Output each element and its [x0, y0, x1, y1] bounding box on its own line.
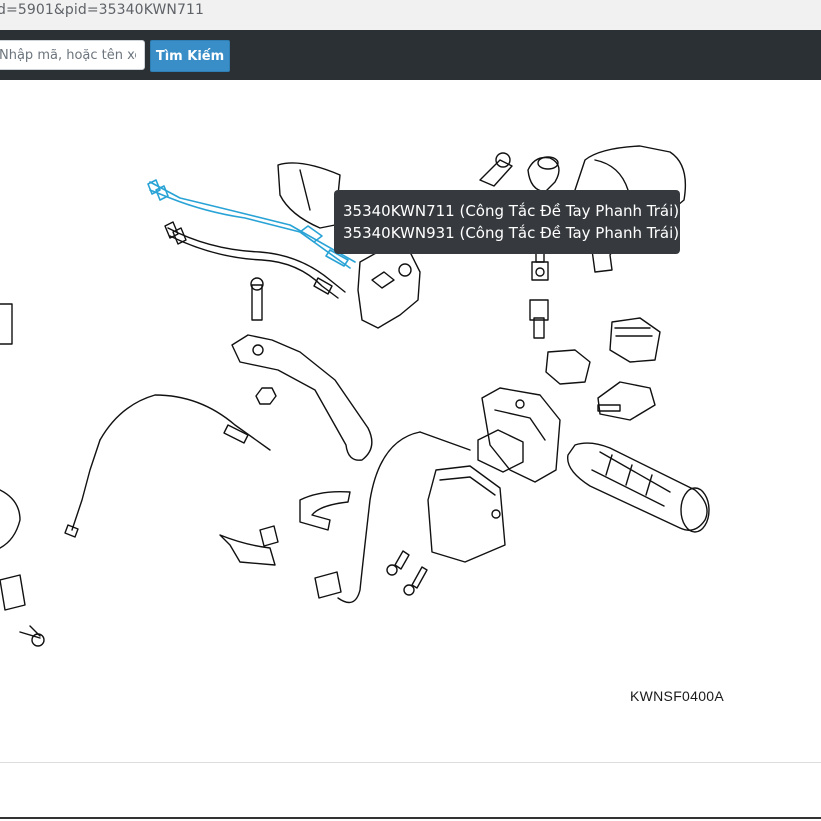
switch-buttons — [545, 317, 661, 421]
tooltip-line-2: 35340KWN931 (Công Tắc Đề Tay Phanh Trái) — [343, 224, 680, 242]
diagram-code: KWNSF0400A — [630, 688, 725, 704]
switch-cover — [427, 465, 506, 563]
browser-address-bar[interactable]: d=5901&pid=35340KWN711 — [0, 0, 821, 30]
clamps-bolts — [0, 303, 428, 647]
parts-diagram — [0, 145, 710, 647]
cables — [0, 394, 471, 604]
switch-housing — [477, 387, 561, 483]
highlighted-switch-wire[interactable] — [147, 179, 356, 269]
clutch-lever — [231, 277, 373, 461]
handle-grip — [566, 442, 710, 533]
tooltip-line-1: 35340KWN711 (Công Tắc Đề Tay Phanh Trái) — [343, 202, 680, 220]
search-button[interactable]: Tìm Kiếm — [150, 40, 230, 72]
part-tooltip: 35340KWN711 (Công Tắc Đề Tay Phanh Trái)… — [334, 190, 680, 254]
content-divider — [0, 762, 821, 763]
site-header: Tìm Kiếm — [0, 30, 821, 80]
address-bar-url[interactable]: d=5901&pid=35340KWN711 — [0, 2, 204, 18]
search-input[interactable] — [0, 40, 145, 70]
footer-border — [0, 817, 821, 819]
